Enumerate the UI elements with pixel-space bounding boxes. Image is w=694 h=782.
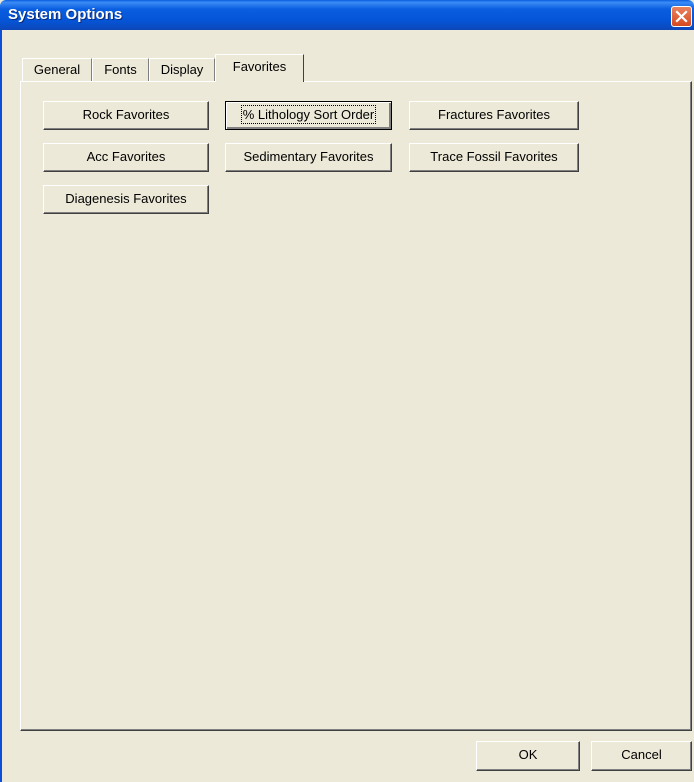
acc-favorites-button[interactable]: Acc Favorites bbox=[43, 143, 209, 172]
cancel-button[interactable]: Cancel bbox=[591, 741, 692, 771]
tab-fonts[interactable]: Fonts bbox=[92, 58, 149, 81]
fractures-favorites-button[interactable]: Fractures Favorites bbox=[409, 101, 579, 130]
ok-label: OK bbox=[518, 747, 538, 762]
title-bar[interactable]: System Options bbox=[0, 0, 694, 30]
fractures-favorites-label: Fractures Favorites bbox=[438, 107, 550, 122]
system-options-dialog: System Options General Fonts Display Fav… bbox=[0, 0, 694, 782]
rock-favorites-button[interactable]: Rock Favorites bbox=[43, 101, 209, 130]
tab-general[interactable]: General bbox=[22, 58, 92, 81]
tab-general-label: General bbox=[33, 62, 81, 77]
ok-button[interactable]: OK bbox=[476, 741, 580, 771]
diagenesis-favorites-label: Diagenesis Favorites bbox=[65, 191, 187, 206]
lithology-sort-order-button[interactable]: % Lithology Sort Order bbox=[225, 101, 392, 130]
acc-favorites-label: Acc Favorites bbox=[86, 149, 166, 164]
lithology-sort-order-label: % Lithology Sort Order bbox=[240, 105, 377, 124]
sedimentary-favorites-label: Sedimentary Favorites bbox=[243, 149, 374, 164]
window-title: System Options bbox=[8, 6, 123, 23]
close-button[interactable] bbox=[671, 6, 692, 27]
window-frame-left bbox=[0, 30, 2, 782]
tab-favorites-label: Favorites bbox=[232, 59, 287, 74]
cancel-label: Cancel bbox=[621, 747, 662, 762]
tab-display[interactable]: Display bbox=[149, 58, 215, 81]
close-icon bbox=[675, 10, 688, 23]
tab-favorites[interactable]: Favorites bbox=[215, 54, 304, 82]
diagenesis-favorites-button[interactable]: Diagenesis Favorites bbox=[43, 185, 209, 214]
tab-fonts-label: Fonts bbox=[104, 62, 137, 77]
favorites-tab-panel bbox=[20, 81, 692, 731]
sedimentary-favorites-button[interactable]: Sedimentary Favorites bbox=[225, 143, 392, 172]
rock-favorites-label: Rock Favorites bbox=[82, 107, 170, 122]
trace-fossil-favorites-button[interactable]: Trace Fossil Favorites bbox=[409, 143, 579, 172]
tab-display-label: Display bbox=[160, 62, 204, 77]
trace-fossil-favorites-label: Trace Fossil Favorites bbox=[430, 149, 558, 164]
